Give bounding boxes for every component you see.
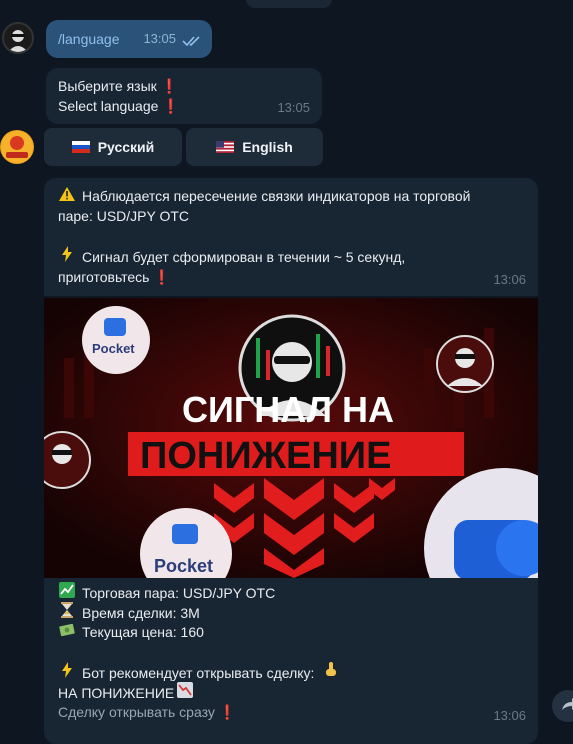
caption-recommend: Бот рекомендует открывать сделку:: [58, 662, 524, 682]
point-down-icon: [322, 662, 340, 683]
signal-caption: Торговая пара: USD/JPY OTC Время сделки:…: [44, 578, 538, 744]
russian-button-label: Русский: [97, 139, 155, 155]
language-line-ru: Выберите язык ❗: [58, 78, 179, 94]
signal-line-2: паре: USD/JPY OTC: [58, 208, 190, 224]
forward-button[interactable]: [552, 690, 573, 722]
promo-title-red: ПОНИЖЕНИЕ: [140, 435, 391, 477]
signal-line-1: Наблюдается пересечение связки индикатор…: [58, 186, 524, 206]
hourglass-icon: [58, 602, 76, 623]
message-time: 13:06: [493, 708, 526, 723]
russia-flag-icon: [71, 141, 90, 153]
command-text[interactable]: /language: [58, 31, 120, 47]
bot-avatar-icon: [1, 131, 33, 163]
badge-label-large: Pocket: [154, 556, 213, 576]
warning-icon: [58, 186, 76, 206]
russian-button[interactable]: Русский: [44, 128, 182, 166]
caption-duration: Время сделки: 3M: [58, 602, 524, 622]
chart-up-icon: [58, 582, 76, 603]
forward-icon: [562, 698, 573, 710]
money-icon: [58, 622, 76, 642]
signal-message: Наблюдается пересечение связки индикатор…: [44, 178, 538, 296]
signal-line-4: приготовьтесь ❗: [58, 269, 171, 285]
message-time: 13:06: [493, 272, 526, 287]
caption-price: Текущая цена: 160: [58, 622, 524, 642]
message-time: 13:05: [277, 100, 310, 115]
language-message: Выберите язык ❗ Select language ❗ 13:05: [46, 68, 322, 124]
bot-avatar[interactable]: [0, 130, 34, 164]
signal-image-art: Pocket СИГНАЛ НА ПОНИЖЕНИЕ Pocket: [44, 298, 538, 578]
signal-image[interactable]: Pocket СИГНАЛ НА ПОНИЖЕНИЕ Pocket: [44, 298, 538, 578]
english-button[interactable]: English: [186, 128, 323, 166]
user-avatar-icon: [8, 30, 28, 52]
message-time: 13:05: [143, 31, 176, 46]
promo-title-white: СИГНАЛ НА: [182, 389, 394, 430]
usa-flag-icon: [216, 141, 235, 153]
chart-down-icon: [176, 682, 194, 703]
caption-open-now: Сделку открывать сразу ❗: [58, 704, 237, 720]
user-avatar[interactable]: [2, 22, 34, 54]
outgoing-message[interactable]: /language 13:05: [46, 20, 212, 58]
caption-direction: НА ПОНИЖЕНИЕ: [58, 682, 524, 702]
caption-pair: Торговая пара: USD/JPY OTC: [58, 582, 524, 602]
badge-label: Pocket: [92, 341, 135, 356]
english-button-label: English: [242, 139, 293, 155]
date-pill: [246, 0, 332, 8]
lightning-icon: [58, 662, 76, 683]
lightning-icon: [58, 246, 76, 267]
signal-line-3: Сигнал будет сформирован в течении ~ 5 с…: [58, 246, 524, 267]
language-line-en: Select language ❗: [58, 98, 180, 114]
double-check-icon: [182, 36, 200, 47]
